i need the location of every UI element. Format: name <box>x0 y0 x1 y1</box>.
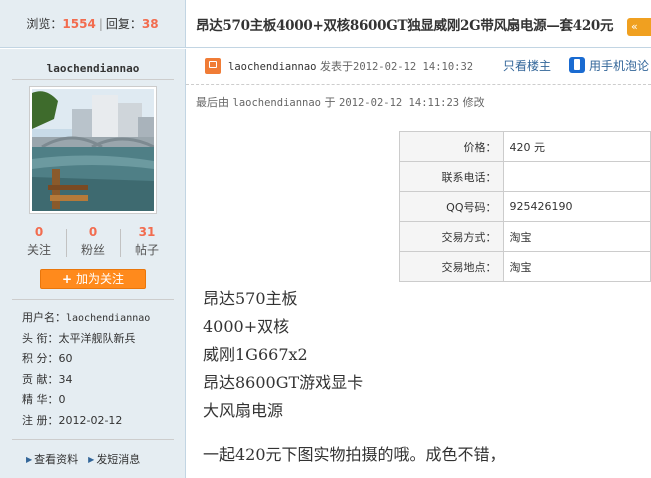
profile-value: 0 <box>58 393 66 407</box>
trade-method-value: 淘宝 <box>502 221 651 252</box>
send-message-link[interactable]: ▶ 发短消息 <box>88 453 140 466</box>
price-value: 420 元 <box>502 131 651 162</box>
mobile-view-link[interactable]: 用手机泡论 <box>589 59 649 73</box>
post-meta: laochendiannao 发表于2012-02-12 14:10:32 只看… <box>186 49 651 85</box>
view-profile-label: 查看资料 <box>34 453 79 466</box>
trade-location-label: 交易地点： <box>399 251 504 282</box>
views-count: 1554 <box>62 17 96 31</box>
views-label: 浏览： <box>26 17 63 31</box>
user-sidebar: laochendiannao 0 关注 0 粉丝 31 帖子 + 加为关注 用户… <box>0 49 186 478</box>
replies-count: 38 <box>141 17 159 31</box>
profile-key: 头 衔： <box>22 331 59 345</box>
table-row: 交易地点： 淘宝 <box>399 251 651 282</box>
sidebar-divider <box>12 79 174 80</box>
followers-count-label: 粉丝 <box>80 243 105 257</box>
author-status-icon <box>205 58 221 74</box>
post-line: 大风扇电源 <box>203 401 284 420</box>
profile-row-digest: 精 华：0 <box>22 390 182 411</box>
followers-count-value: 0 <box>88 225 98 239</box>
post-line: 4000+双核 <box>203 317 290 336</box>
following-count-value: 0 <box>34 225 44 239</box>
profile-key: 用户名： <box>22 311 66 324</box>
avatar-photo <box>32 89 154 211</box>
profile-row-username: 用户名：laochendiannao <box>22 308 182 329</box>
post-line: 一起420元下图实物拍摄的哦。成色不错， <box>203 445 506 464</box>
stats-separator: | <box>98 17 103 31</box>
profile-key: 贡 献： <box>22 372 59 386</box>
post-byline: laochendiannao 发表于2012-02-12 14:10:32 <box>228 58 473 74</box>
edit-notice: 最后由 laochendiannao 于 2012-02-12 14:11:23… <box>196 94 485 110</box>
posted-time: 2012-02-12 14:10:32 <box>353 61 474 73</box>
edit-user: laochendiannao <box>232 97 322 109</box>
qq-value: 925426190 <box>502 191 651 222</box>
posts-count-label: 帖子 <box>134 243 159 257</box>
posts-count[interactable]: 31 帖子 <box>120 225 174 257</box>
edit-prefix: 最后由 <box>196 96 229 109</box>
plus-icon: + <box>61 272 73 286</box>
table-row: 价格： 420 元 <box>399 131 651 162</box>
profile-row-contribution: 贡 献：34 <box>22 370 182 391</box>
profile-key: 积 分： <box>22 352 59 366</box>
user-counts: 0 关注 0 粉丝 31 帖子 <box>12 225 174 261</box>
profile-value: 太平洋舰队新兵 <box>58 331 136 345</box>
trade-location-value: 淘宝 <box>502 251 651 282</box>
thread-title-bar: 昂达570主板4000+双核8600GT独显威刚2G带风扇电源—套420元 « <box>186 0 651 48</box>
triangle-right-icon: ▶ <box>26 455 33 464</box>
profile-key: 精 华： <box>22 393 59 407</box>
edit-time: 2012-02-12 14:11:23 <box>339 97 460 109</box>
avatar[interactable] <box>29 86 157 214</box>
triangle-right-icon: ▶ <box>88 455 95 464</box>
sidebar-divider <box>12 439 174 440</box>
edit-suffix: 修改 <box>462 96 485 109</box>
sidebar-divider <box>12 299 174 300</box>
post-line: 威刚1G667x2 <box>203 345 308 364</box>
post-actions: 只看楼主 用手机泡论 <box>503 57 649 74</box>
price-label: 价格： <box>399 131 504 162</box>
edit-mid: 于 <box>324 96 336 109</box>
phone-value <box>502 161 651 192</box>
trade-info-table: 价格： 420 元 联系电话： QQ号码： 925426190 交易方式： 淘宝… <box>399 131 651 282</box>
replies-label: 回复： <box>105 17 142 31</box>
profile-value: laochendiannao <box>66 313 151 324</box>
profile-value: 34 <box>58 372 73 386</box>
mobile-phone-icon <box>569 57 586 73</box>
posted-prefix: 发表于 <box>320 60 354 73</box>
thread-stats: 浏览：1554 | 回复：38 <box>0 0 186 48</box>
thread-title: 昂达570主板4000+双核8600GT独显威刚2G带风扇电源—套420元 <box>196 18 614 34</box>
profile-row-title: 头 衔：太平洋舰队新兵 <box>22 329 182 350</box>
table-row: 交易方式： 淘宝 <box>399 221 651 252</box>
follow-button-label: 加为关注 <box>76 272 125 286</box>
post-author[interactable]: laochendiannao <box>228 61 317 73</box>
profile-key: 注 册： <box>22 413 59 427</box>
post-line: 昂达8600GT游戏显卡 <box>203 373 364 392</box>
phone-label: 联系电话： <box>399 161 504 192</box>
view-profile-link[interactable]: ▶ 查看资料 <box>26 453 78 466</box>
qq-label: QQ号码： <box>399 191 504 222</box>
profile-row-points: 积 分：60 <box>22 349 182 370</box>
profile-value: 60 <box>58 352 73 366</box>
following-count-label: 关注 <box>26 243 51 257</box>
followers-count[interactable]: 0 粉丝 <box>66 225 120 257</box>
posts-count-value: 31 <box>138 225 156 239</box>
prev-thread-arrow-icon[interactable]: « <box>627 18 651 36</box>
sidebar-links: ▶ 查看资料 ▶ 发短消息 <box>26 451 186 467</box>
table-row: 联系电话： <box>399 161 651 192</box>
post-content: 昂达570主板 4000+双核 威刚1G667x2 昂达8600GT游戏显卡 大… <box>203 285 643 469</box>
profile-row-registered: 注 册：2012-02-12 <box>22 411 182 432</box>
following-count[interactable]: 0 关注 <box>12 225 66 257</box>
table-row: QQ号码： 925426190 <box>399 191 651 222</box>
user-profile-info: 用户名：laochendiannao 头 衔：太平洋舰队新兵 积 分：60 贡 … <box>22 308 182 432</box>
follow-button[interactable]: + 加为关注 <box>40 269 146 289</box>
sidebar-username[interactable]: laochendiannao <box>0 62 186 75</box>
trade-method-label: 交易方式： <box>399 221 504 252</box>
post-line: 昂达570主板 <box>203 289 298 308</box>
profile-value: 2012-02-12 <box>58 413 123 427</box>
send-message-label: 发短消息 <box>96 453 141 466</box>
only-author-link[interactable]: 只看楼主 <box>503 59 551 73</box>
